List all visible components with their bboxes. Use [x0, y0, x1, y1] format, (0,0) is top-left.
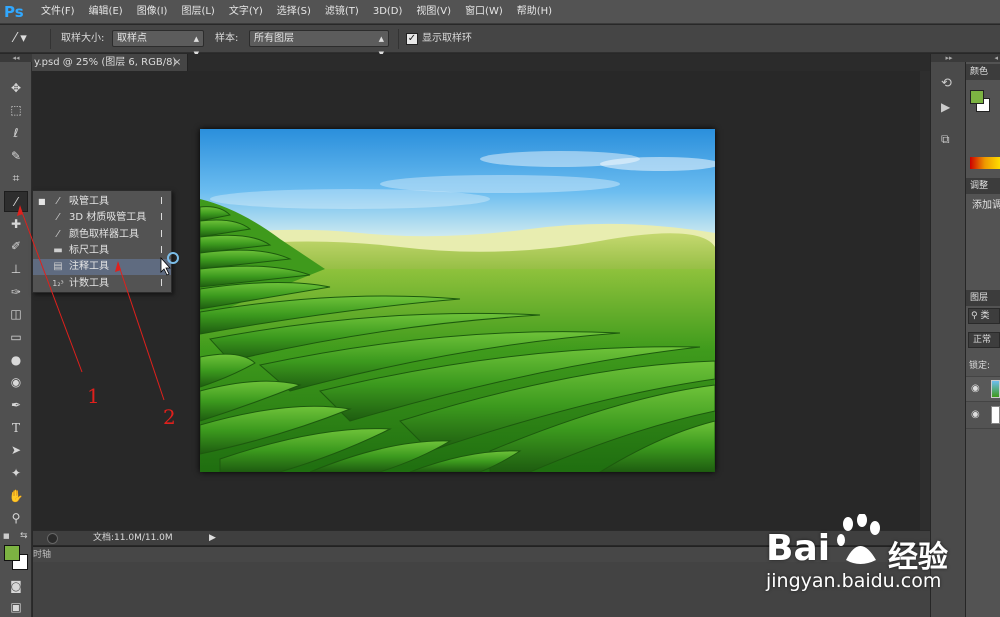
cursor-ring-icon	[167, 252, 179, 264]
annotation-arrow-1	[19, 206, 83, 373]
annotation-number-1: 1	[87, 384, 100, 408]
annotation-number-2: 2	[163, 405, 176, 429]
watermark-url: jingyan.baidu.com	[766, 570, 942, 592]
paw-logo-icon	[836, 513, 884, 566]
annotation-arrowhead-1	[17, 205, 23, 216]
watermark-brand: Bai	[766, 528, 831, 569]
baidu-jingyan-watermark: Bai 经验 jingyan.baidu.com	[766, 506, 998, 616]
annotation-arrow-2	[117, 262, 165, 401]
photoshop-window: Ps 文件(F) 编辑(E) 图像(I) 图层(L) 文字(Y) 选择(S) 滤镜(T) 3D…	[0, 0, 1000, 617]
